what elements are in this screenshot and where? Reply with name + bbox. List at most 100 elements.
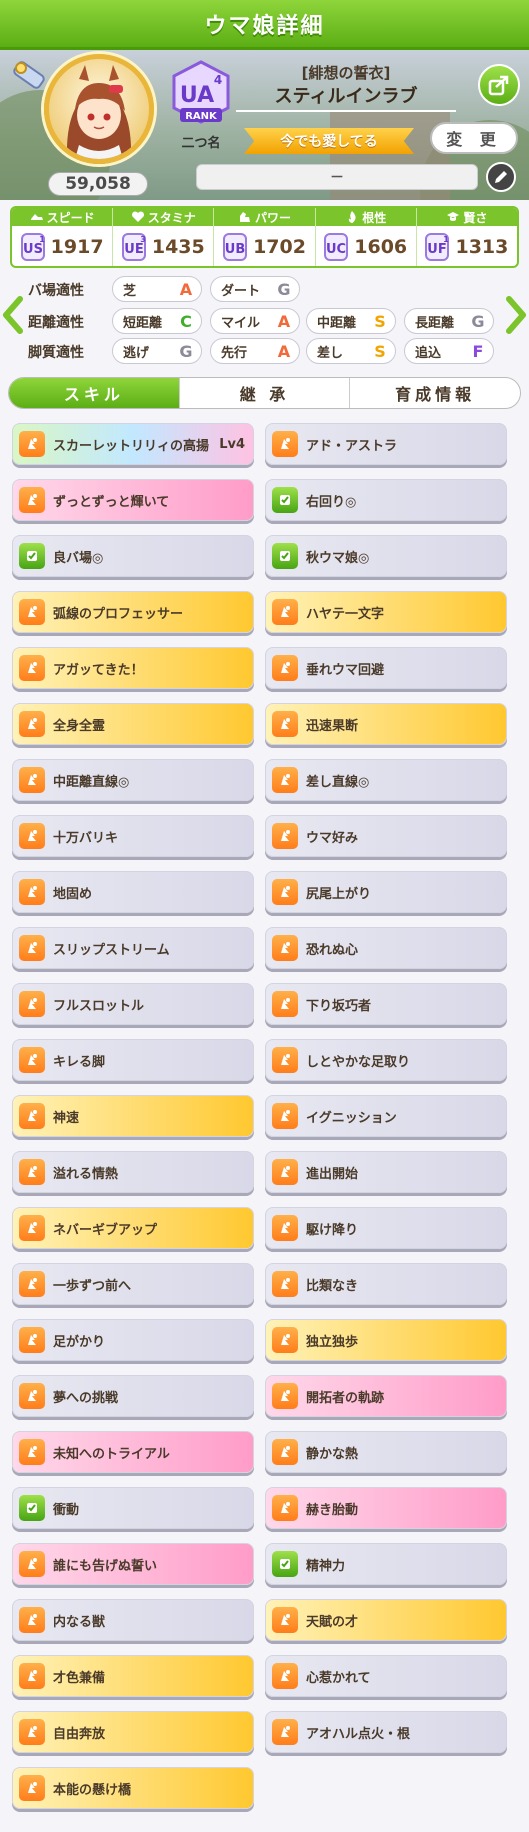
- speed-skill-icon: [19, 599, 45, 625]
- skill-item[interactable]: フルスロットル: [12, 983, 254, 1025]
- grade-badge-icon: UC: [324, 233, 349, 261]
- skill-item[interactable]: 才色兼備: [12, 1655, 254, 1697]
- rank-sub: 4: [214, 73, 222, 87]
- skill-item[interactable]: キレる脚: [12, 1039, 254, 1081]
- stat-grade-badge: UE 3: [121, 232, 148, 262]
- skill-item[interactable]: アド・アストラ: [265, 423, 507, 465]
- skill-item[interactable]: 垂れウマ回避: [265, 647, 507, 689]
- edit-button[interactable]: [486, 162, 516, 192]
- skill-name: アオハル点火・根: [306, 1726, 411, 1742]
- skill-item[interactable]: 下り坂巧者: [265, 983, 507, 1025]
- skill-item[interactable]: 誰にも告げぬ誓い: [12, 1543, 254, 1585]
- rank-badge-icon: UA 4 RANK: [172, 60, 230, 124]
- skill-item[interactable]: 比類なき: [265, 1263, 507, 1305]
- evaluation-score: 59,058: [48, 172, 148, 196]
- skill-item[interactable]: アオハル点火・根: [265, 1711, 507, 1753]
- aptitude-cell: 短距離 C: [112, 308, 202, 334]
- aptitude-name: 追込: [415, 345, 442, 361]
- skill-item[interactable]: 神速: [12, 1095, 254, 1137]
- aptitude-grade: G: [277, 280, 291, 299]
- speed-skill-icon: [19, 1383, 45, 1409]
- skill-item[interactable]: ずっとずっと輝いて: [12, 479, 254, 521]
- skill-item[interactable]: 溢れる情熱: [12, 1151, 254, 1193]
- stat-0: スピード US 1 1917: [12, 208, 114, 266]
- skill-item[interactable]: 駆け降り: [265, 1207, 507, 1249]
- skill-name: しとやかな足取り: [306, 1054, 411, 1070]
- skill-name: 内なる獣: [53, 1614, 106, 1630]
- aptitude-cell: 中距離 S: [306, 308, 396, 334]
- stat-body: UE 3 1435: [113, 226, 213, 266]
- skill-item[interactable]: ネバーギブアップ: [12, 1207, 254, 1249]
- skill-item[interactable]: 開拓者の軌跡: [265, 1375, 507, 1417]
- aptitude-name: マイル: [221, 315, 261, 331]
- skill-item[interactable]: 赫き胎動: [265, 1487, 507, 1529]
- skill-item[interactable]: 内なる獣: [12, 1599, 254, 1641]
- grade-badge-icon: UE3: [121, 233, 146, 261]
- skill-item[interactable]: 差し直線◎: [265, 759, 507, 801]
- skill-item[interactable]: 右回り◎: [265, 479, 507, 521]
- skill-item[interactable]: 衝動: [12, 1487, 254, 1529]
- tab-inheritance[interactable]: 継 承: [180, 378, 351, 408]
- motto-ribbon: 今でも愛してる: [244, 128, 414, 154]
- skill-item[interactable]: 静かな熱: [265, 1431, 507, 1473]
- skill-item[interactable]: 夢への挑戦: [12, 1375, 254, 1417]
- skill-item[interactable]: 迅速果断: [265, 703, 507, 745]
- aptitude-name: 長距離: [415, 315, 455, 331]
- stat-grade-badge: UF 1: [425, 232, 451, 262]
- aptitude-name: 逃げ: [123, 345, 150, 361]
- aptitude-row-0: バ場適性芝 A ダート G: [20, 276, 510, 302]
- skill-item[interactable]: 心惹かれて: [265, 1655, 507, 1697]
- umamusume-detail-screen: ウマ娘詳細 59,058 UA 4 RANK 二つ名 [緋想の誓衣] スティルイ…: [0, 0, 529, 1832]
- skill-item[interactable]: しとやかな足取り: [265, 1039, 507, 1081]
- share-button[interactable]: [478, 64, 520, 106]
- skill-item[interactable]: スリップストリーム: [12, 927, 254, 969]
- skill-name: スリップストリーム: [53, 942, 170, 958]
- aptitude-name: 先行: [221, 345, 248, 361]
- character-portrait[interactable]: [44, 54, 154, 164]
- skill-item[interactable]: 秋ウマ娘◎: [265, 535, 507, 577]
- skill-item[interactable]: スカーレットリリィの高揚 Lv4: [12, 423, 254, 465]
- skill-item[interactable]: 恐れぬ心: [265, 927, 507, 969]
- speed-skill-icon: [272, 431, 298, 457]
- passive-skill-icon: [272, 1551, 298, 1577]
- aptitude-name: 中距離: [317, 315, 357, 331]
- skill-item[interactable]: 足がかり: [12, 1319, 254, 1361]
- aptitude-cell: 差し S: [306, 338, 396, 364]
- aptitude-name: 差し: [317, 345, 344, 361]
- skill-item[interactable]: 未知へのトライアル: [12, 1431, 254, 1473]
- tab-skills[interactable]: スキル: [9, 378, 180, 408]
- speed-skill-icon: [272, 1439, 298, 1465]
- stat-grade: UF: [428, 242, 447, 257]
- speed-skill-icon: [19, 1663, 45, 1689]
- passive-skill-icon: [19, 543, 45, 569]
- skill-item[interactable]: 自由奔放: [12, 1711, 254, 1753]
- speed-skill-icon: [19, 1607, 45, 1633]
- speed-skill-icon: [19, 1047, 45, 1073]
- skill-item[interactable]: 良バ場◎: [12, 535, 254, 577]
- skill-item[interactable]: 一歩ずつ前へ: [12, 1263, 254, 1305]
- skill-item[interactable]: 弧線のプロフェッサー: [12, 591, 254, 633]
- change-button[interactable]: 変 更: [430, 122, 518, 154]
- skill-item[interactable]: 天賦の才: [265, 1599, 507, 1641]
- skill-item[interactable]: イグニッション: [265, 1095, 507, 1137]
- skill-item[interactable]: 独立独歩: [265, 1319, 507, 1361]
- skill-item[interactable]: ハヤテ一文字: [265, 591, 507, 633]
- skill-item[interactable]: 精神力: [265, 1543, 507, 1585]
- character-avatar-icon: [66, 65, 132, 159]
- skill-item[interactable]: 中距離直線◎: [12, 759, 254, 801]
- nickname-label[interactable]: 二つ名: [170, 132, 232, 151]
- skill-item[interactable]: 進出開始: [265, 1151, 507, 1193]
- skill-name: 未知へのトライアル: [53, 1446, 170, 1462]
- skill-item[interactable]: 尻尾上がり: [265, 871, 507, 913]
- skill-item[interactable]: ウマ好み: [265, 815, 507, 857]
- skill-name: 良バ場◎: [53, 550, 104, 566]
- skill-item[interactable]: アガッてきた！: [12, 647, 254, 689]
- skill-item[interactable]: 地固め: [12, 871, 254, 913]
- skill-item[interactable]: 十万バリキ: [12, 815, 254, 857]
- subtitle-field: －: [196, 164, 478, 190]
- tab-training-info[interactable]: 育成情報: [350, 378, 520, 408]
- skill-item[interactable]: 全身全霊: [12, 703, 254, 745]
- profile-header: 59,058 UA 4 RANK 二つ名 [緋想の誓衣] スティルインラブ 今で…: [0, 50, 529, 200]
- skill-item[interactable]: 本能の懸け橋: [12, 1767, 254, 1809]
- pin-icon[interactable]: [8, 56, 50, 98]
